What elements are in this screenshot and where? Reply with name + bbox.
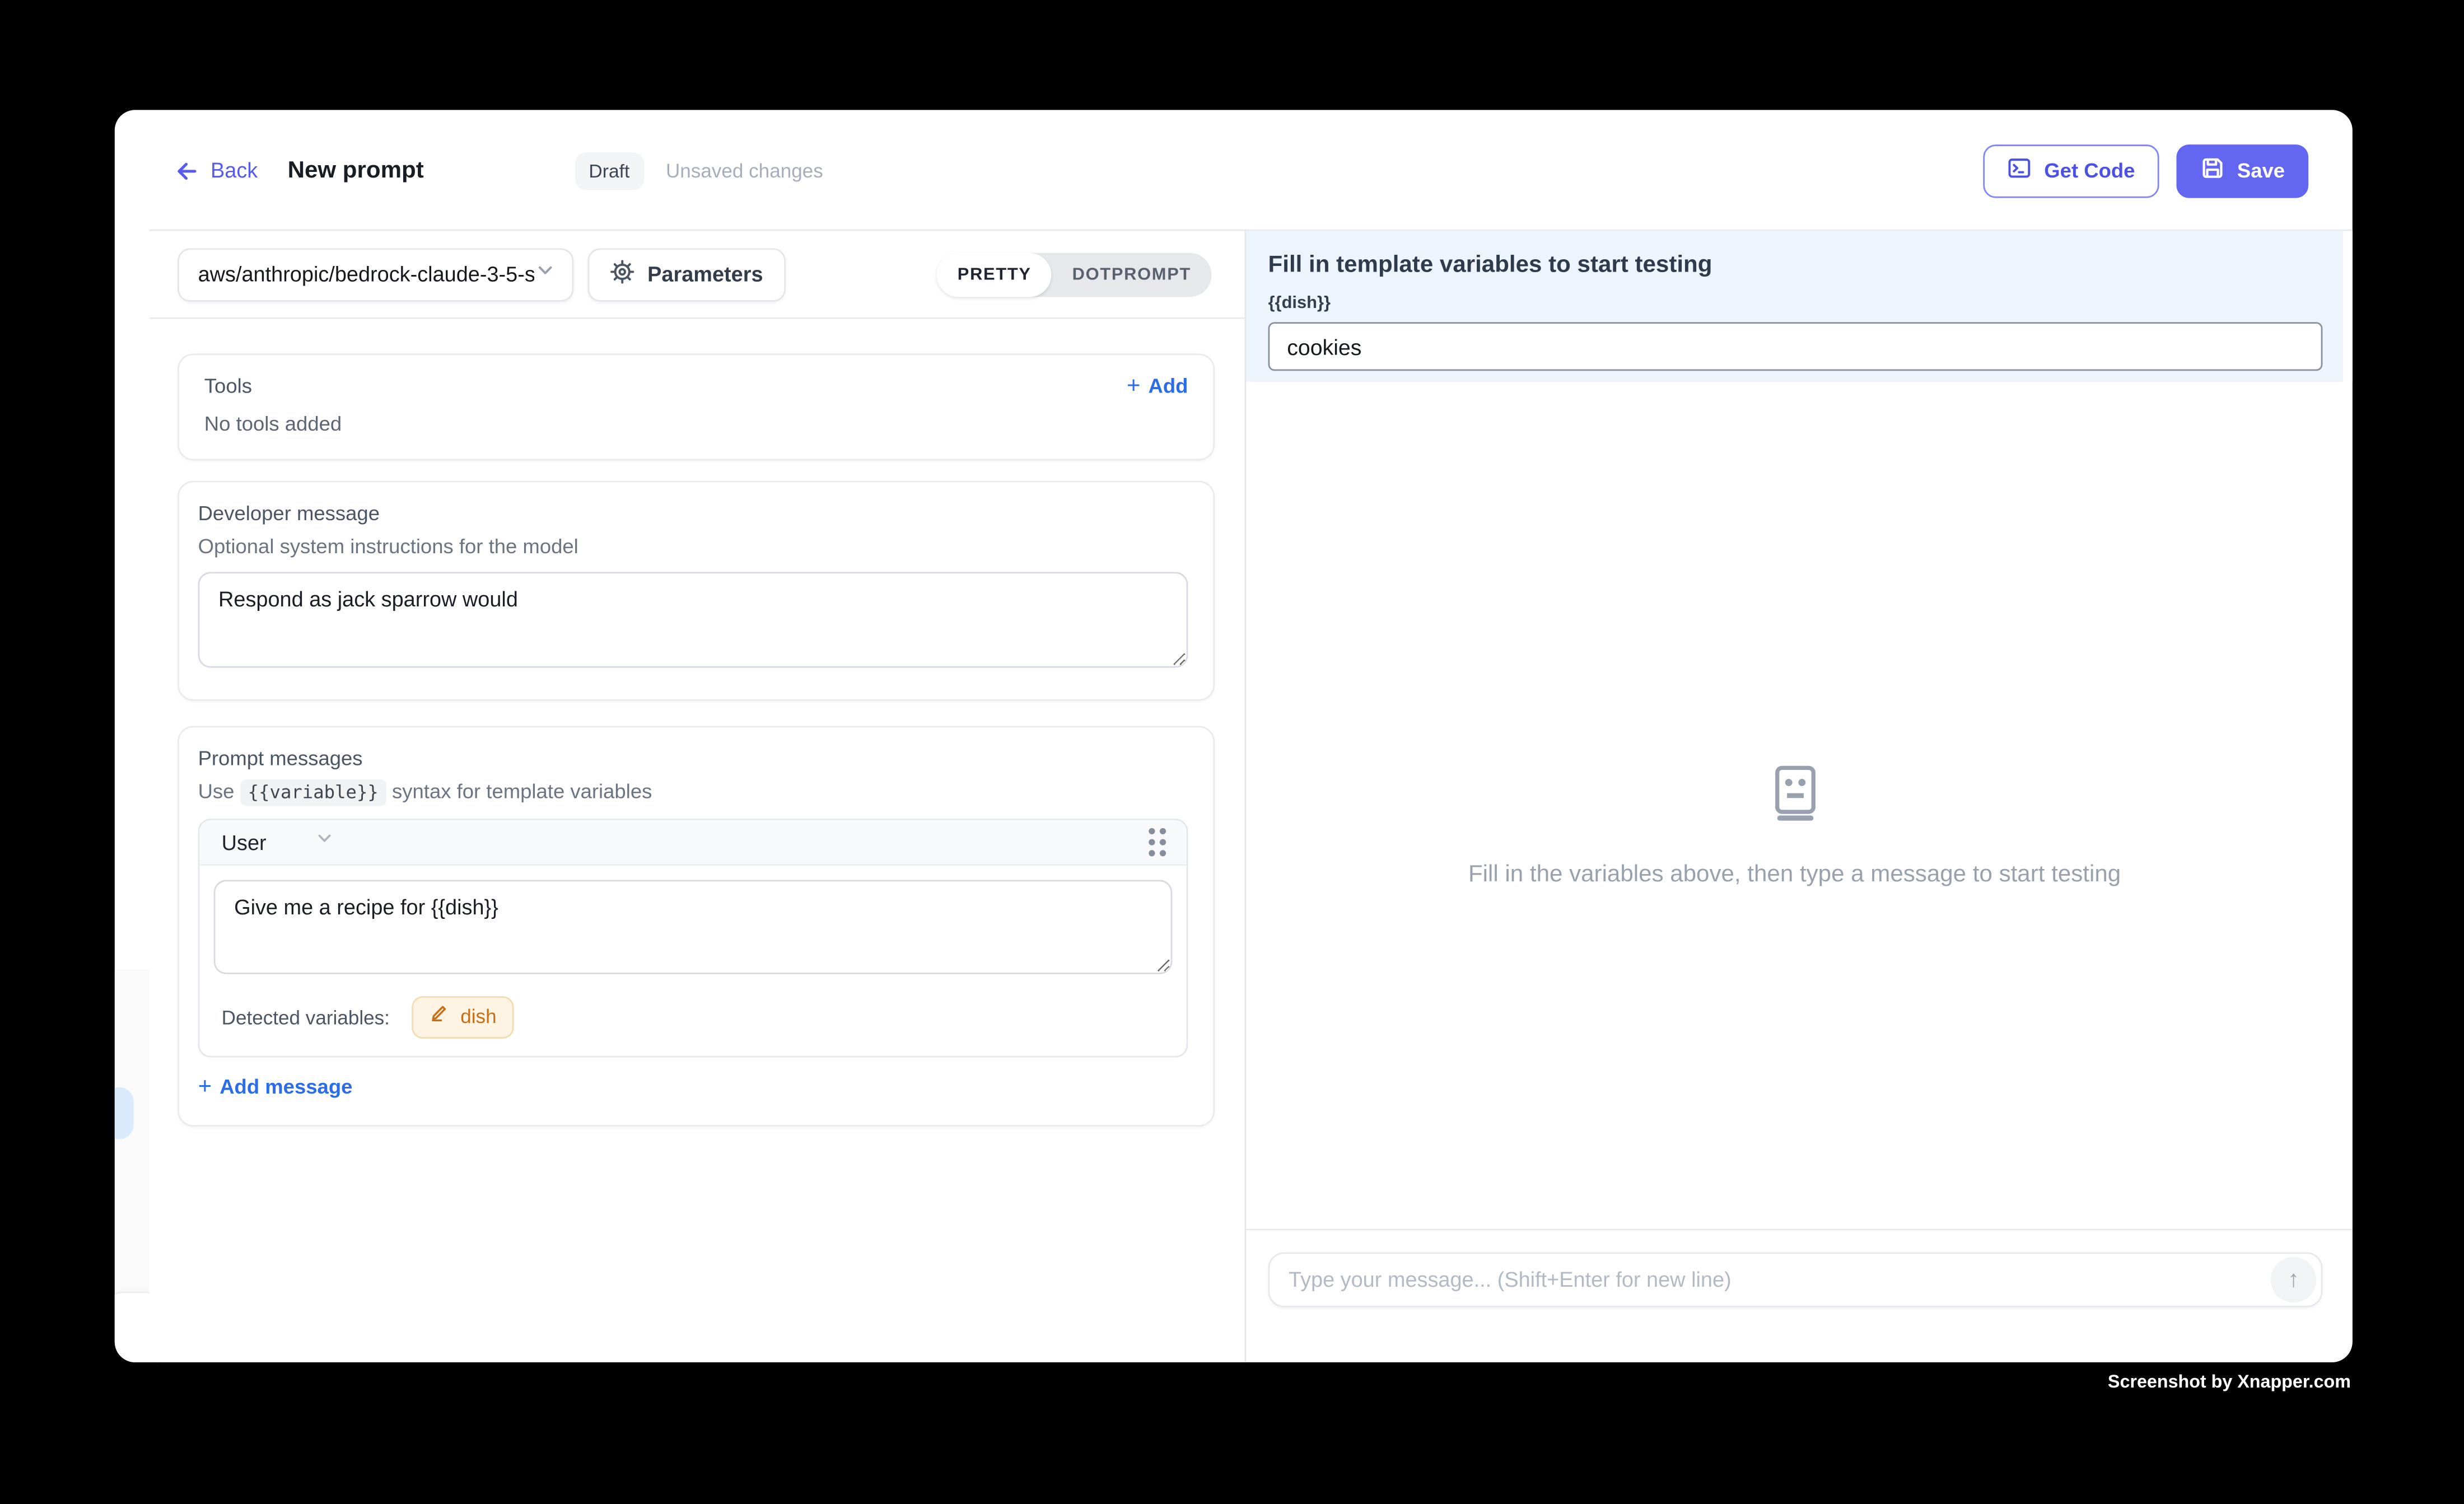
sidebar-active-item[interactable] bbox=[115, 1087, 134, 1139]
hint-prefix: Use bbox=[198, 779, 235, 803]
parameters-button[interactable]: Parameters bbox=[587, 247, 785, 301]
variables-section: Fill in template variables to start test… bbox=[1246, 231, 2353, 381]
variable-badge-dish[interactable]: dish bbox=[412, 996, 514, 1039]
chevron-down-icon bbox=[267, 828, 334, 857]
tools-card-title: Tools bbox=[204, 374, 252, 398]
message-textarea[interactable]: Give me a recipe for {{dish}} bbox=[214, 880, 1173, 974]
app-window: Back New prompt Draft Unsaved changes Ge… bbox=[115, 110, 2353, 1362]
add-message-button[interactable]: + Add message bbox=[198, 1075, 353, 1098]
arrow-left-icon bbox=[174, 158, 199, 183]
variables-heading: Fill in template variables to start test… bbox=[1268, 251, 2323, 278]
get-code-button[interactable]: Get Code bbox=[1983, 144, 2159, 197]
terminal-square-icon bbox=[2006, 156, 2032, 185]
variable-dish-input[interactable] bbox=[1268, 322, 2323, 371]
add-tool-label: Add bbox=[1148, 374, 1188, 398]
developer-message-subtitle: Optional system instructions for the mod… bbox=[198, 534, 1188, 558]
detected-variables-row: Detected variables: dish bbox=[199, 982, 1186, 1056]
developer-message-textarea[interactable]: Respond as jack sparrow would bbox=[198, 572, 1188, 667]
model-select[interactable]: aws/anthropic/bedrock-claude-3-5-s... bbox=[178, 247, 573, 301]
role-select-value: User bbox=[222, 830, 267, 854]
prompt-messages-hint: Use {{variable}} syntax for template var… bbox=[198, 779, 1188, 803]
back-button[interactable]: Back bbox=[174, 158, 258, 183]
floppy-disk-icon bbox=[2200, 156, 2225, 185]
variable-badge-label: dish bbox=[460, 1006, 496, 1027]
developer-message-title: Developer message bbox=[198, 501, 1188, 525]
arrow-up-icon: ↑ bbox=[2288, 1268, 2299, 1292]
drag-handle-dots-icon[interactable] bbox=[1144, 823, 1171, 861]
hint-suffix: syntax for template variables bbox=[392, 779, 652, 803]
plus-icon: + bbox=[1127, 374, 1141, 398]
model-select-value: aws/anthropic/bedrock-claude-3-5-s... bbox=[198, 263, 535, 286]
get-code-label: Get Code bbox=[2044, 158, 2135, 182]
role-select[interactable]: User bbox=[222, 828, 334, 857]
chat-input-wrap: ↑ bbox=[1268, 1252, 2323, 1307]
status-badge: Draft bbox=[575, 152, 644, 189]
add-message-row: + Add message bbox=[198, 1073, 1188, 1102]
add-message-label: Add message bbox=[220, 1075, 352, 1098]
variable-dish-label: {{dish}} bbox=[1268, 294, 2323, 313]
bot-face-icon bbox=[1774, 801, 1816, 828]
empty-state-text: Fill in the variables above, then type a… bbox=[1246, 861, 2343, 888]
add-tool-button[interactable]: + Add bbox=[1127, 374, 1188, 398]
prompt-messages-card: Prompt messages Use {{variable}} syntax … bbox=[178, 726, 1215, 1127]
toggle-dotprompt[interactable]: DOTPROMPT bbox=[1052, 252, 1211, 296]
screenshot-stage: Back New prompt Draft Unsaved changes Ge… bbox=[0, 0, 2464, 1503]
prompt-editor-panel: aws/anthropic/bedrock-claude-3-5-s... Pa… bbox=[150, 231, 1245, 1362]
message-block: User Give me a recipe for {{dish}} Det bbox=[198, 819, 1188, 1058]
gear-icon bbox=[610, 259, 635, 289]
save-label: Save bbox=[2237, 158, 2285, 182]
message-block-header: User bbox=[199, 820, 1186, 866]
editor-cards: Tools + Add No tools added Developer mes… bbox=[150, 319, 1245, 1127]
unsaved-changes-text: Unsaved changes bbox=[666, 160, 823, 181]
toggle-pretty[interactable]: PRETTY bbox=[937, 252, 1052, 296]
window-body: aws/anthropic/bedrock-claude-3-5-s... Pa… bbox=[115, 231, 2353, 1362]
test-panel: Fill in template variables to start test… bbox=[1244, 231, 2352, 1362]
pencil-line-icon bbox=[429, 1002, 449, 1031]
watermark-text: Screenshot by Xnapper.com bbox=[2108, 1374, 2351, 1393]
back-label: Back bbox=[211, 158, 258, 182]
sidebar-sliver bbox=[115, 231, 150, 1362]
developer-message-card: Developer message Optional system instru… bbox=[178, 481, 1215, 701]
chevron-down-icon bbox=[534, 259, 556, 289]
header: Back New prompt Draft Unsaved changes Ge… bbox=[115, 110, 2353, 231]
empty-state: Fill in the variables above, then type a… bbox=[1246, 765, 2343, 888]
page-title: New prompt bbox=[288, 157, 424, 184]
detected-variables-label: Detected variables: bbox=[222, 1006, 390, 1028]
tools-empty-text: No tools added bbox=[204, 412, 1188, 435]
chat-message-input[interactable] bbox=[1270, 1268, 2270, 1292]
editor-toolbar: aws/anthropic/bedrock-claude-3-5-s... Pa… bbox=[150, 231, 1245, 319]
parameters-label: Parameters bbox=[647, 263, 763, 286]
prompt-messages-title: Prompt messages bbox=[198, 746, 1188, 770]
chat-footer: ↑ bbox=[1246, 1229, 2353, 1362]
tools-card: Tools + Add No tools added bbox=[178, 353, 1215, 460]
view-mode-toggle: PRETTY DOTPROMPT bbox=[937, 252, 1211, 296]
message-block-body: Give me a recipe for {{dish}} bbox=[199, 866, 1186, 982]
send-button[interactable]: ↑ bbox=[2271, 1257, 2316, 1302]
save-button[interactable]: Save bbox=[2176, 144, 2308, 197]
plus-icon: + bbox=[198, 1075, 212, 1098]
hint-variable-chip: {{variable}} bbox=[240, 779, 386, 806]
